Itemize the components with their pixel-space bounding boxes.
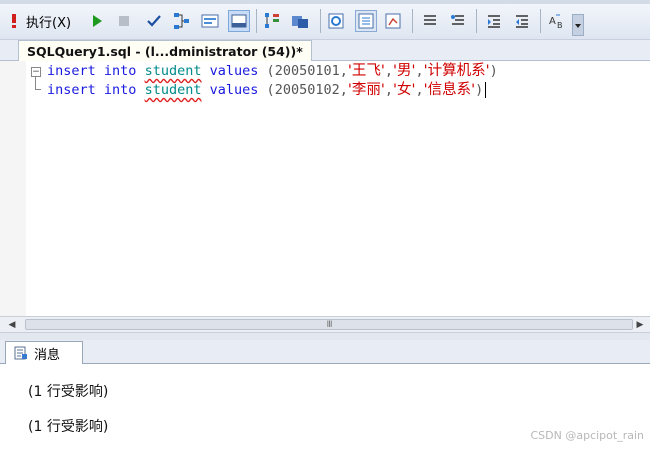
message-line: (1 行受影响) <box>28 419 109 435</box>
exclamation-icon[interactable] <box>4 11 24 31</box>
value-separator: , <box>415 82 424 98</box>
fold-guide <box>35 77 36 89</box>
checkmark-icon[interactable] <box>144 11 164 31</box>
play-icon[interactable] <box>87 11 107 31</box>
tab-sqlquery1[interactable]: SQLQuery1.sql - (l...dministrator (54))* <box>18 40 312 61</box>
keyword-values: values <box>209 63 259 79</box>
chevron-down-icon[interactable] <box>572 14 584 36</box>
svg-text:A: A <box>549 16 556 27</box>
svg-text:B: B <box>557 21 563 30</box>
value-dept: '计算机系' <box>423 63 490 79</box>
toolbar-separator <box>412 9 413 33</box>
paren-open: ( <box>266 82 275 98</box>
stop-icon[interactable] <box>114 11 134 31</box>
outdent-icon[interactable] <box>512 11 532 31</box>
keyword-insert: insert <box>47 63 96 79</box>
value-separator: , <box>384 63 393 79</box>
editor-gutter <box>0 61 26 316</box>
value-gender: '女' <box>392 82 416 98</box>
specify-values-icon[interactable] <box>327 11 347 31</box>
text-caret <box>485 82 487 98</box>
paren-close: ) <box>475 82 484 98</box>
pane-splitter[interactable] <box>0 333 650 340</box>
keyword-into: into <box>103 82 137 98</box>
query-plan-icon[interactable] <box>172 11 192 31</box>
execute-button[interactable]: 执行(X) <box>26 11 71 31</box>
code-line[interactable]: insert into student values (20050101,'王飞… <box>47 62 498 81</box>
horizontal-scrollbar[interactable]: ◀ III ▶ <box>0 316 650 333</box>
toolbar-top-strip <box>0 0 650 4</box>
messages-icon <box>14 346 28 360</box>
results-to-text-icon[interactable] <box>262 11 282 31</box>
keyword-insert: insert <box>47 82 96 98</box>
comment-lines-icon[interactable] <box>420 11 440 31</box>
results-to-grid-icon[interactable] <box>228 10 250 32</box>
query-options-icon[interactable] <box>200 11 220 31</box>
value-dept: '信息系' <box>423 82 476 98</box>
toolbar-separator <box>540 9 541 33</box>
scrollbar-thumb[interactable]: III <box>25 319 633 330</box>
toolbar-separator <box>320 9 321 33</box>
keyword-values: values <box>209 82 259 98</box>
table-name: student <box>144 82 202 98</box>
value-id: 20050101, <box>274 63 348 79</box>
value-id: 20050102, <box>274 82 348 98</box>
code-line[interactable]: insert into student values (20050102,'李丽… <box>47 81 487 100</box>
table-name: student <box>144 63 202 79</box>
value-name: '李丽' <box>347 82 385 98</box>
tab-messages[interactable]: 消息 <box>5 341 83 364</box>
collapse-icon[interactable]: − <box>31 67 41 77</box>
value-separator: , <box>415 63 424 79</box>
uncomment-lines-icon[interactable] <box>448 11 468 31</box>
toolbar-separator <box>476 9 477 33</box>
indent-icon[interactable] <box>484 11 504 31</box>
watermark: CSDN @apcipot_rain <box>530 429 644 442</box>
message-line: (1 行受影响) <box>28 384 109 400</box>
sql-editor[interactable]: − insert into student values (20050101,'… <box>0 61 650 316</box>
results-to-file-icon[interactable] <box>290 11 310 31</box>
query-toolbar: 执行(X) A B <box>0 0 650 40</box>
scroll-left-icon[interactable]: ◀ <box>4 317 20 332</box>
paren-open: ( <box>266 63 275 79</box>
keyword-into: into <box>103 63 137 79</box>
include-plan-icon[interactable] <box>355 10 377 32</box>
value-gender: '男' <box>392 63 416 79</box>
toolbar-separator <box>256 9 257 33</box>
fold-guide-end <box>35 89 41 90</box>
tab-messages-label: 消息 <box>34 347 61 363</box>
scroll-right-icon[interactable]: ▶ <box>632 317 648 332</box>
client-stats-icon[interactable] <box>384 11 404 31</box>
results-tab-bar: 消息 <box>0 340 650 364</box>
document-tab-bar: SQLQuery1.sql - (l...dministrator (54))* <box>0 40 650 61</box>
specify-template-values-icon[interactable]: AB <box>548 11 568 31</box>
paren-close: ) <box>489 63 498 79</box>
value-separator: , <box>384 82 393 98</box>
value-name: '王飞' <box>347 63 385 79</box>
